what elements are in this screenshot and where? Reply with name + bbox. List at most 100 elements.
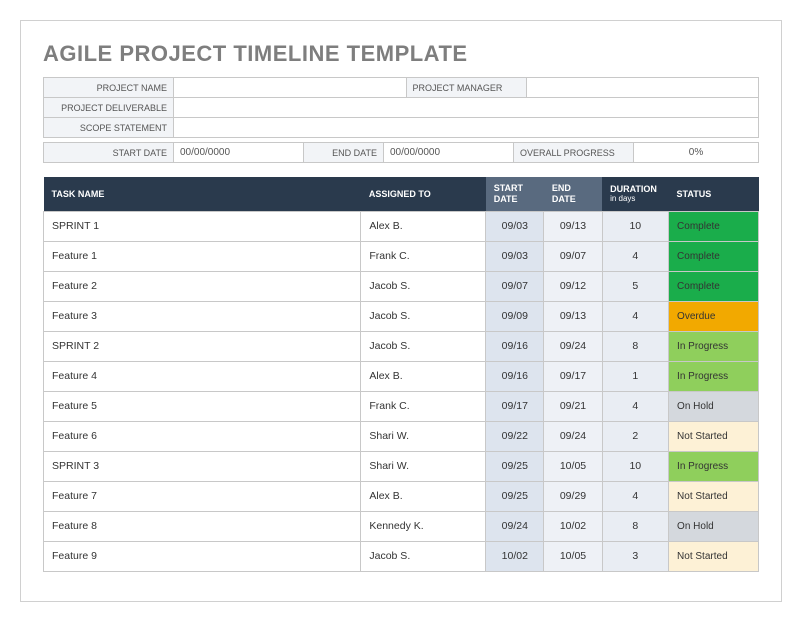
- header-status: STATUS: [669, 177, 759, 211]
- cell-assigned[interactable]: Jacob S.: [361, 271, 486, 301]
- cell-task[interactable]: Feature 8: [44, 511, 361, 541]
- end-date-label: END DATE: [304, 143, 384, 163]
- deliverable-cell[interactable]: [174, 98, 759, 118]
- cell-duration[interactable]: 10: [602, 451, 668, 481]
- cell-end[interactable]: 09/17: [544, 361, 602, 391]
- cell-assigned[interactable]: Jacob S.: [361, 331, 486, 361]
- header-end: END DATE: [544, 177, 602, 211]
- cell-start[interactable]: 09/16: [486, 331, 544, 361]
- cell-duration[interactable]: 4: [602, 301, 668, 331]
- cell-status[interactable]: Complete: [669, 241, 759, 271]
- cell-task[interactable]: Feature 2: [44, 271, 361, 301]
- project-manager-label: PROJECT MANAGER: [406, 78, 526, 98]
- header-assigned: ASSIGNED TO: [361, 177, 486, 211]
- deliverable-label: PROJECT DELIVERABLE: [44, 98, 174, 118]
- cell-duration[interactable]: 10: [602, 211, 668, 241]
- cell-duration[interactable]: 4: [602, 391, 668, 421]
- cell-end[interactable]: 09/21: [544, 391, 602, 421]
- cell-assigned[interactable]: Alex B.: [361, 361, 486, 391]
- header-start: START DATE: [486, 177, 544, 211]
- cell-end[interactable]: 09/24: [544, 421, 602, 451]
- table-header-row: TASK NAME ASSIGNED TO START DATE END DAT…: [44, 177, 759, 211]
- cell-start[interactable]: 09/17: [486, 391, 544, 421]
- cell-task[interactable]: Feature 3: [44, 301, 361, 331]
- cell-status[interactable]: On Hold: [669, 391, 759, 421]
- cell-start[interactable]: 09/22: [486, 421, 544, 451]
- cell-assigned[interactable]: Jacob S.: [361, 541, 486, 571]
- cell-end[interactable]: 09/07: [544, 241, 602, 271]
- cell-end[interactable]: 09/29: [544, 481, 602, 511]
- cell-duration[interactable]: 5: [602, 271, 668, 301]
- progress-cell: 0%: [634, 143, 759, 163]
- cell-task[interactable]: Feature 9: [44, 541, 361, 571]
- cell-start[interactable]: 09/24: [486, 511, 544, 541]
- header-duration-sub: in days: [610, 194, 660, 204]
- cell-duration[interactable]: 8: [602, 511, 668, 541]
- cell-assigned[interactable]: Frank C.: [361, 241, 486, 271]
- cell-assigned[interactable]: Kennedy K.: [361, 511, 486, 541]
- cell-start[interactable]: 09/25: [486, 481, 544, 511]
- cell-end[interactable]: 09/13: [544, 301, 602, 331]
- project-name-label: PROJECT NAME: [44, 78, 174, 98]
- cell-task[interactable]: Feature 7: [44, 481, 361, 511]
- cell-task[interactable]: Feature 1: [44, 241, 361, 271]
- cell-status[interactable]: Overdue: [669, 301, 759, 331]
- cell-duration[interactable]: 1: [602, 361, 668, 391]
- cell-end[interactable]: 09/13: [544, 211, 602, 241]
- cell-task[interactable]: SPRINT 1: [44, 211, 361, 241]
- cell-assigned[interactable]: Alex B.: [361, 211, 486, 241]
- project-manager-cell[interactable]: [526, 78, 759, 98]
- cell-status[interactable]: On Hold: [669, 511, 759, 541]
- cell-start[interactable]: 09/25: [486, 451, 544, 481]
- table-row: SPRINT 3Shari W.09/2510/0510In Progress: [44, 451, 759, 481]
- cell-status[interactable]: In Progress: [669, 331, 759, 361]
- task-table: TASK NAME ASSIGNED TO START DATE END DAT…: [43, 177, 759, 572]
- cell-status[interactable]: In Progress: [669, 451, 759, 481]
- cell-task[interactable]: Feature 6: [44, 421, 361, 451]
- cell-status[interactable]: In Progress: [669, 361, 759, 391]
- start-date-cell[interactable]: 00/00/0000: [174, 143, 304, 163]
- scope-label: SCOPE STATEMENT: [44, 118, 174, 138]
- cell-start[interactable]: 09/16: [486, 361, 544, 391]
- cell-assigned[interactable]: Shari W.: [361, 421, 486, 451]
- cell-task[interactable]: SPRINT 3: [44, 451, 361, 481]
- header-end-text: END DATE: [552, 183, 576, 204]
- cell-assigned[interactable]: Frank C.: [361, 391, 486, 421]
- cell-duration[interactable]: 8: [602, 331, 668, 361]
- cell-duration[interactable]: 3: [602, 541, 668, 571]
- cell-duration[interactable]: 2: [602, 421, 668, 451]
- cell-status[interactable]: Complete: [669, 271, 759, 301]
- header-start-text: START DATE: [494, 183, 523, 204]
- table-row: Feature 8Kennedy K.09/2410/028On Hold: [44, 511, 759, 541]
- cell-status[interactable]: Not Started: [669, 541, 759, 571]
- cell-end[interactable]: 09/12: [544, 271, 602, 301]
- cell-status[interactable]: Complete: [669, 211, 759, 241]
- cell-end[interactable]: 09/24: [544, 331, 602, 361]
- cell-task[interactable]: SPRINT 2: [44, 331, 361, 361]
- cell-start[interactable]: 09/03: [486, 211, 544, 241]
- table-row: Feature 1Frank C.09/0309/074Complete: [44, 241, 759, 271]
- cell-end[interactable]: 10/05: [544, 541, 602, 571]
- end-date-cell[interactable]: 00/00/0000: [384, 143, 514, 163]
- cell-assigned[interactable]: Alex B.: [361, 481, 486, 511]
- cell-task[interactable]: Feature 4: [44, 361, 361, 391]
- cell-assigned[interactable]: Jacob S.: [361, 301, 486, 331]
- cell-end[interactable]: 10/05: [544, 451, 602, 481]
- cell-start[interactable]: 09/03: [486, 241, 544, 271]
- cell-task[interactable]: Feature 5: [44, 391, 361, 421]
- cell-status[interactable]: Not Started: [669, 421, 759, 451]
- table-row: SPRINT 1Alex B.09/0309/1310Complete: [44, 211, 759, 241]
- cell-start[interactable]: 10/02: [486, 541, 544, 571]
- cell-end[interactable]: 10/02: [544, 511, 602, 541]
- cell-assigned[interactable]: Shari W.: [361, 451, 486, 481]
- header-task: TASK NAME: [44, 177, 361, 211]
- cell-duration[interactable]: 4: [602, 241, 668, 271]
- cell-start[interactable]: 09/09: [486, 301, 544, 331]
- cell-start[interactable]: 09/07: [486, 271, 544, 301]
- meta-table: PROJECT NAME PROJECT MANAGER PROJECT DEL…: [43, 77, 759, 138]
- scope-cell[interactable]: [174, 118, 759, 138]
- cell-status[interactable]: Not Started: [669, 481, 759, 511]
- cell-duration[interactable]: 4: [602, 481, 668, 511]
- project-name-cell[interactable]: [174, 78, 407, 98]
- table-row: Feature 4Alex B.09/1609/171In Progress: [44, 361, 759, 391]
